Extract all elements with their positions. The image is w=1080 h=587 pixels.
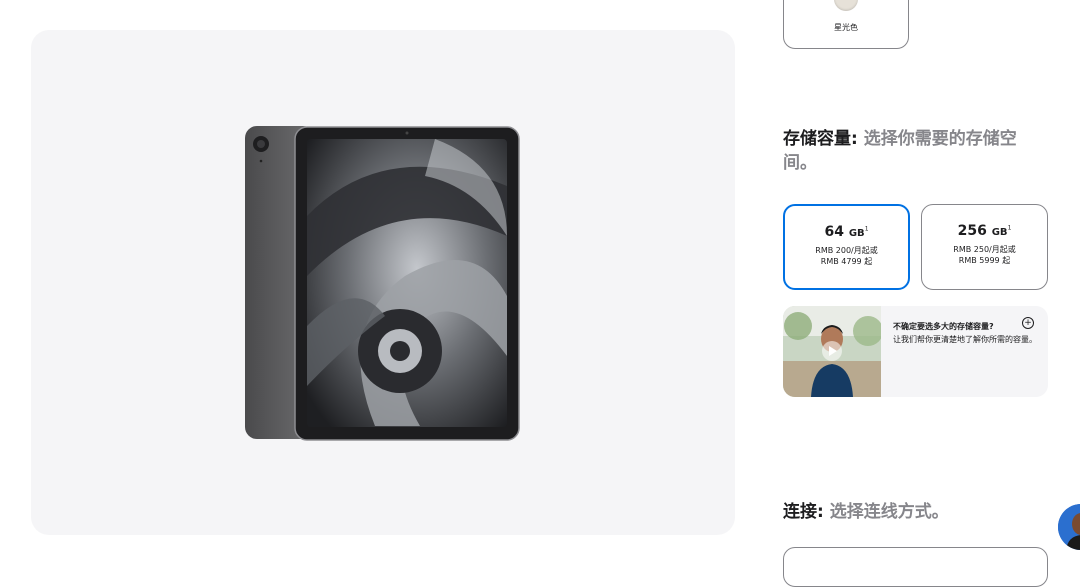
- storage-monthly-price: RMB 250/月起或: [953, 245, 1016, 254]
- help-body: 让我们帮你更清楚地了解你所需的容量。: [893, 335, 1037, 344]
- storage-section-title: 存储容量: 选择你需要的存储空间。: [783, 127, 1033, 175]
- plus-circle-icon[interactable]: +: [1022, 317, 1034, 329]
- storage-footnote: 1: [864, 225, 869, 233]
- storage-size: 64 GB1: [785, 224, 908, 240]
- storage-option-256gb[interactable]: 256 GB1 RMB 250/月起或 RMB 5999 起: [921, 204, 1048, 290]
- help-video-thumbnail[interactable]: [783, 306, 881, 397]
- color-option-starlight[interactable]: 星光色: [783, 0, 909, 49]
- storage-size-value: 256: [957, 223, 987, 239]
- help-text: 不确定要选多大的存储容量? 让我们帮你更清楚地了解你所需的容量。: [893, 320, 1038, 346]
- storage-title-sep: :: [851, 129, 858, 149]
- help-heading: 不确定要选多大的存储容量?: [893, 322, 994, 331]
- storage-help-card[interactable]: 不确定要选多大的存储容量? 让我们帮你更清楚地了解你所需的容量。 +: [783, 306, 1048, 397]
- storage-size: 256 GB1: [922, 223, 1047, 239]
- storage-size-unit: GB: [848, 228, 865, 239]
- storage-monthly-price: RMB 200/月起或: [815, 246, 878, 255]
- storage-size-value: 64: [824, 224, 844, 240]
- storage-size-unit: GB: [991, 227, 1008, 238]
- color-swatch: [834, 0, 858, 11]
- connection-title-bold: 连接: [783, 502, 817, 522]
- storage-title-bold: 存储容量: [783, 129, 851, 149]
- storage-footnote: 1: [1007, 224, 1012, 232]
- specialist-avatar-icon: [1058, 504, 1080, 550]
- storage-option-64gb[interactable]: 64 GB1 RMB 200/月起或 RMB 4799 起: [783, 204, 910, 290]
- chat-specialist-avatar[interactable]: [1058, 504, 1080, 550]
- storage-full-price: RMB 4799 起: [820, 257, 873, 266]
- connection-title-sep: :: [817, 502, 824, 522]
- connection-title-rest: 选择连线方式。: [823, 502, 949, 522]
- color-option-label: 星光色: [834, 23, 858, 32]
- ipad-product-image: [245, 126, 520, 441]
- connection-option-card[interactable]: [783, 547, 1048, 587]
- storage-full-price: RMB 5999 起: [958, 256, 1011, 265]
- connection-section-title: 连接: 选择连线方式。: [783, 500, 1033, 524]
